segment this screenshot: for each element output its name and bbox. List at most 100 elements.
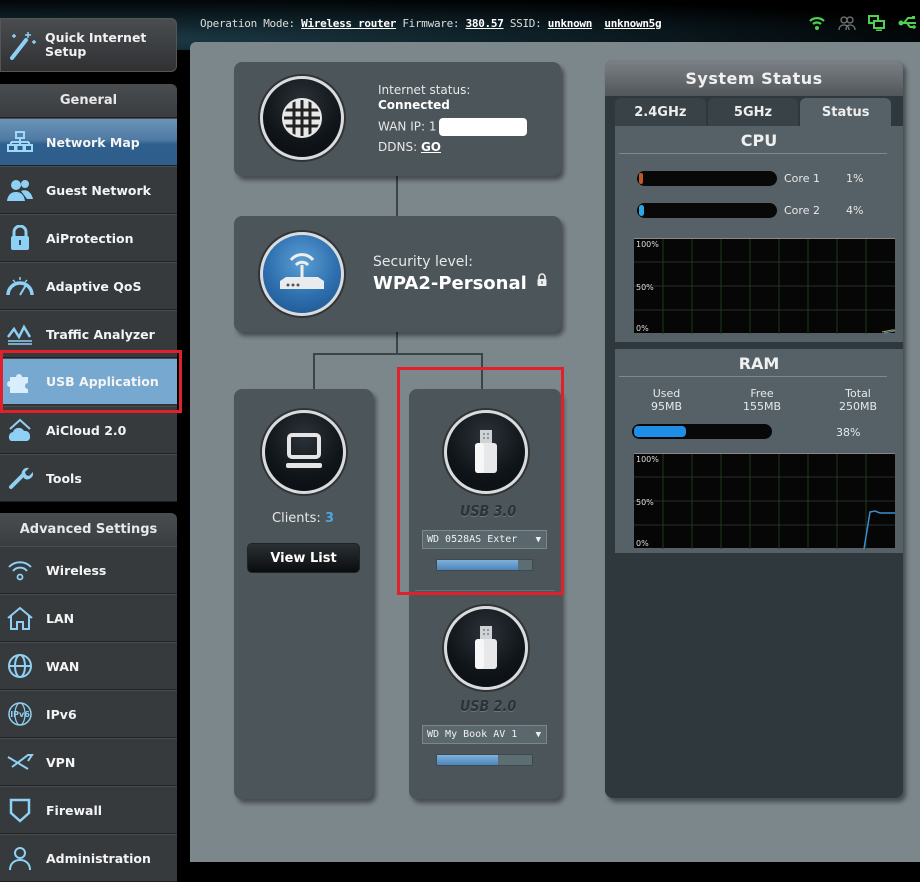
cpu-title: CPU	[740, 131, 778, 150]
sidebar-item-label: Tools	[46, 470, 82, 486]
traffic-chart-icon	[0, 323, 40, 345]
clients-button[interactable]	[262, 410, 346, 494]
sidebar-item-label: Adaptive QoS	[46, 278, 142, 294]
usb2-button[interactable]	[444, 606, 528, 690]
usb-status-icon[interactable]	[898, 14, 918, 32]
sidebar-item-administration[interactable]: Administration	[0, 834, 177, 882]
clients-label: Clients:	[272, 511, 321, 526]
cpu-core1-label: Core 1	[784, 172, 820, 185]
graph-label-0: 0%	[636, 539, 649, 548]
general-menu: Network Map Guest Network AiProtection A…	[0, 118, 177, 502]
cpu-core2-fill	[639, 205, 645, 216]
quick-internet-setup-label: Quick Internet Setup	[45, 30, 147, 59]
sidebar-item-label: AiProtection	[46, 230, 134, 246]
quick-internet-setup-button[interactable]: Quick Internet Setup	[0, 18, 177, 72]
internet-status-label: Internet status:	[378, 83, 471, 97]
cpu-pane: CPU Core 1 1% Core 2 4% 100% 50% 0%	[615, 126, 903, 342]
cpu-core1-bar	[637, 171, 777, 186]
advanced-menu: Wireless LAN WAN IPv6 IPv6 VPN Firewall …	[0, 546, 177, 882]
tab-status[interactable]: Status	[800, 98, 892, 126]
network-status-icon[interactable]	[868, 14, 886, 32]
view-list-button[interactable]: View List	[247, 543, 360, 573]
ram-usage-graph: 100% 50% 0%	[634, 453, 895, 549]
system-status-title: System Status	[605, 60, 903, 96]
security-level-label: Security level:	[373, 254, 473, 270]
sidebar-item-label: Guest Network	[46, 182, 151, 198]
tab-2-4ghz[interactable]: 2.4GHz	[615, 98, 706, 126]
sidebar-item-label: VPN	[46, 754, 76, 770]
sidebar-item-ipv6[interactable]: IPv6 IPv6	[0, 690, 177, 738]
admin-user-icon	[0, 845, 40, 871]
globe-icon	[0, 653, 40, 679]
sidebar-item-aicloud[interactable]: AiCloud 2.0	[0, 406, 177, 454]
system-status-panel: System Status 2.4GHz 5GHz Status CPU Cor…	[605, 60, 903, 798]
sidebar-item-label: Traffic Analyzer	[46, 326, 155, 342]
divider	[619, 376, 887, 377]
usb2-device-select[interactable]: WD My Book AV 1 ▼	[422, 725, 547, 744]
usb-drive-icon	[475, 626, 497, 669]
ssid-5g-link[interactable]: unknown5g	[604, 17, 661, 30]
cpu-core2-label: Core 2	[784, 204, 820, 217]
sidebar-item-firewall[interactable]: Firewall	[0, 786, 177, 834]
highlight-box-usb-application	[0, 350, 182, 413]
sidebar-item-aiprotection[interactable]: AiProtection	[0, 214, 177, 262]
ram-used: Used 95MB	[651, 387, 683, 413]
clients-count: 3	[324, 511, 334, 526]
lock-icon	[537, 273, 547, 286]
ram-usage-percent: 38%	[836, 426, 861, 439]
sidebar-item-vpn[interactable]: VPN	[0, 738, 177, 786]
internet-globe-button[interactable]	[260, 76, 344, 160]
sidebar-item-label: Administration	[46, 850, 151, 866]
sidebar-item-wan[interactable]: WAN	[0, 642, 177, 690]
speedometer-icon	[0, 275, 40, 297]
cloud-house-icon	[0, 417, 40, 443]
chevron-down-icon: ▼	[535, 729, 541, 740]
sidebar-item-wireless[interactable]: Wireless	[0, 546, 177, 594]
network-map-icon	[0, 131, 40, 153]
sidebar-item-label: WAN	[46, 658, 80, 674]
sidebar-item-label: Wireless	[46, 562, 107, 578]
svg-text:IPv6: IPv6	[10, 710, 30, 719]
internet-status-value: Connected	[378, 98, 450, 112]
graph-label-50: 50%	[636, 498, 654, 507]
status-icons	[808, 14, 918, 32]
graph-label-100: 100%	[636, 240, 659, 249]
ssid-2g-link[interactable]: unknown	[548, 17, 593, 30]
sidebar-item-adaptive-qos[interactable]: Adaptive QoS	[0, 262, 177, 310]
highlight-box-usb3	[397, 367, 564, 595]
ram-graph-grid	[634, 454, 895, 549]
usb2-label: USB 2.0	[459, 697, 517, 715]
usb2-usage-fill	[437, 755, 498, 765]
sidebar-item-network-map[interactable]: Network Map	[0, 118, 177, 166]
usb2-usage-bar	[436, 754, 533, 766]
ddns-go-link[interactable]: GO	[421, 140, 441, 154]
router-button[interactable]	[260, 232, 344, 316]
sidebar-item-lan[interactable]: LAN	[0, 594, 177, 642]
sidebar-item-label: IPv6	[46, 706, 77, 722]
graph-label-100: 100%	[636, 455, 659, 464]
sidebar-item-label: LAN	[46, 610, 75, 626]
users-status-icon[interactable]	[838, 14, 856, 32]
wifi-status-icon[interactable]	[808, 14, 826, 32]
system-status-tabs: 2.4GHz 5GHz Status	[615, 98, 893, 126]
lock-icon	[0, 225, 40, 251]
sidebar-item-guest-network[interactable]: Guest Network	[0, 166, 177, 214]
firmware-link[interactable]: 380.57	[466, 17, 504, 30]
ipv6-globe-icon: IPv6	[0, 701, 40, 727]
cpu-core1-fill	[639, 173, 643, 184]
globe-icon	[282, 98, 322, 138]
cpu-core2-value: 4%	[846, 204, 864, 217]
connector-line	[396, 176, 398, 216]
graph-label-0: 0%	[636, 324, 649, 333]
graph-label-50: 50%	[636, 283, 654, 292]
wan-ip-redaction	[438, 118, 527, 136]
ram-usage-line	[863, 510, 895, 549]
operation-mode-link[interactable]: Wireless router	[301, 17, 396, 30]
advanced-settings-header: Advanced Settings	[0, 513, 177, 547]
magic-wand-icon	[1, 23, 45, 67]
tab-5ghz[interactable]: 5GHz	[707, 98, 799, 126]
sidebar-item-tools[interactable]: Tools	[0, 454, 177, 502]
ram-pane: RAM Used 95MB Free 155MB Total 250MB 38% 10…	[615, 349, 903, 553]
house-icon	[0, 605, 40, 631]
router-icon	[280, 253, 324, 289]
